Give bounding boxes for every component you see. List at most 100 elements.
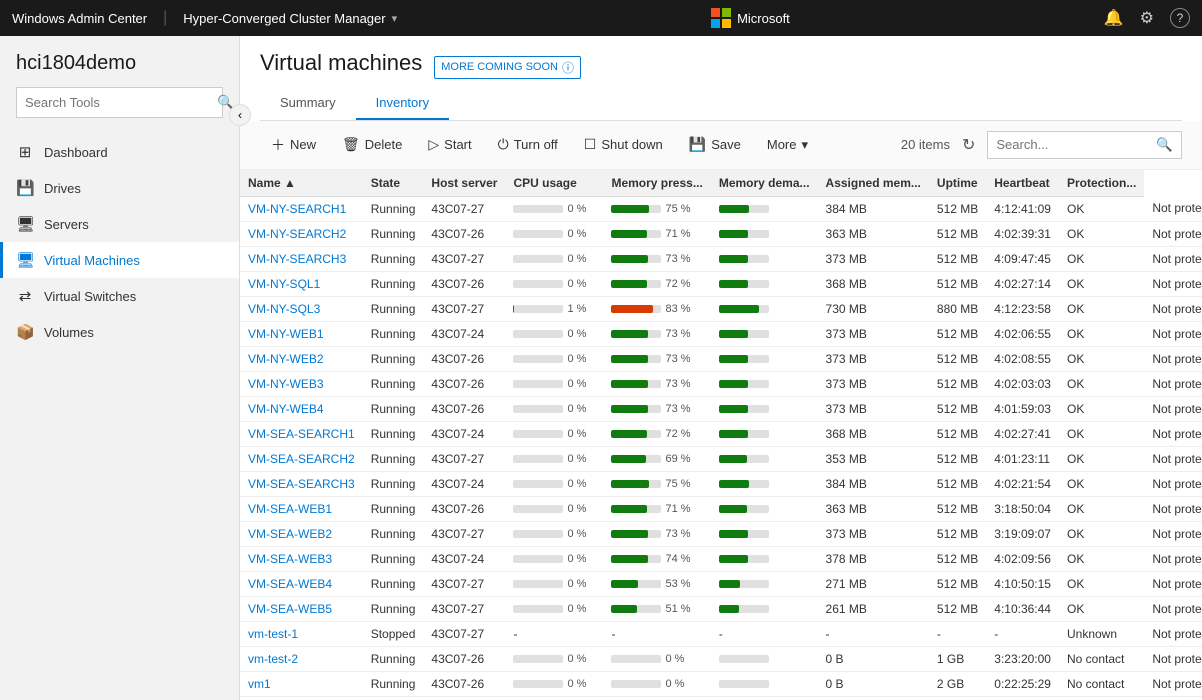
vm-link[interactable]: VM-SEA-WEB3 [248, 552, 332, 566]
vm-link[interactable]: VM-NY-SEARCH3 [248, 252, 346, 266]
bell-icon[interactable]: 🔔 [1104, 8, 1124, 28]
vm-link[interactable]: VM-SEA-SEARCH2 [248, 452, 355, 466]
vm-mem-pressure: 53 % [603, 571, 710, 596]
gear-icon[interactable]: ⚙ [1140, 8, 1154, 28]
vm-memory-dem: 373 MB [818, 371, 929, 396]
vm-state: Running [363, 371, 424, 396]
vm-memory-dem: 730 MB [818, 296, 929, 321]
vm-link[interactable]: vm1 [248, 677, 271, 691]
switches-icon: ⇄ [16, 287, 34, 305]
tab-summary[interactable]: Summary [260, 87, 356, 120]
vm-protection: Not protected [1144, 446, 1202, 471]
start-icon: ▷ [428, 136, 439, 153]
vm-host: 43C07-27 [423, 621, 505, 646]
vm-mem-demand [711, 321, 818, 346]
vm-memory-dem: 368 MB [818, 421, 929, 446]
vm-link[interactable]: VM-NY-WEB3 [248, 377, 324, 391]
vm-link[interactable]: VM-SEA-WEB2 [248, 527, 332, 541]
vm-memory-dem: 373 MB [818, 521, 929, 546]
vm-link[interactable]: VM-SEA-SEARCH3 [248, 477, 355, 491]
vm-mem-pressure: 71 % [603, 221, 710, 246]
col-protection[interactable]: Protection... [1059, 170, 1144, 197]
start-button[interactable]: ▷ Start [417, 130, 482, 159]
col-assigned-mem[interactable]: Assigned mem... [818, 170, 929, 197]
vm-host: 43C07-27 [423, 296, 505, 321]
vm-mem-demand: - [711, 621, 818, 646]
vm-state: Running [363, 521, 424, 546]
vm-cpu: 0 % [505, 321, 603, 346]
new-button[interactable]: ＋ New [260, 129, 327, 161]
main-content: Virtual machines MORE COMING SOON ⓘ Summ… [240, 36, 1202, 700]
microsoft-label: Microsoft [737, 11, 790, 26]
col-host[interactable]: Host server [423, 170, 505, 197]
delete-button[interactable]: 🗑 Delete [331, 130, 413, 159]
vm-heartbeat: OK [1059, 246, 1144, 271]
vm-heartbeat: OK [1059, 546, 1144, 571]
col-name[interactable]: Name ▲ [240, 170, 363, 197]
sidebar-item-virtual-switches[interactable]: ⇄ Virtual Switches [0, 278, 239, 314]
sidebar-item-dashboard[interactable]: ⊞ Dashboard [0, 134, 239, 170]
vm-state: Running [363, 196, 424, 221]
vm-link[interactable]: VM-SEA-WEB4 [248, 577, 332, 591]
refresh-button[interactable]: ↻ [958, 131, 979, 159]
col-mem-press[interactable]: Memory press... [603, 170, 710, 197]
vm-mem-pressure: 71 % [603, 496, 710, 521]
sidebar-item-volumes[interactable]: 📦 Volumes [0, 314, 239, 350]
vm-link[interactable]: vm-test-2 [248, 652, 298, 666]
vm-heartbeat: No contact [1059, 646, 1144, 671]
collapse-sidebar-button[interactable]: ‹ [229, 104, 251, 126]
vm-cpu: 0 % [505, 221, 603, 246]
vm-protection: Not protected [1144, 396, 1202, 421]
topbar-right: 🔔 ⚙ ? [1104, 8, 1190, 28]
vm-host: 43C07-27 [423, 571, 505, 596]
col-cpu[interactable]: CPU usage [505, 170, 603, 197]
search-button[interactable]: 🔍 [1148, 132, 1181, 158]
turnoff-button[interactable]: ⏻ Turn off [487, 130, 569, 159]
save-button[interactable]: 💾 Save [678, 130, 752, 159]
vm-link[interactable]: VM-SEA-SEARCH1 [248, 427, 355, 441]
vm-assigned-mem: 2 GB [929, 671, 986, 696]
vm-host: 43C07-26 [423, 271, 505, 296]
col-mem-dem[interactable]: Memory dema... [711, 170, 818, 197]
app-title[interactable]: Hyper-Converged Cluster Manager ▾ [183, 11, 397, 26]
vm-link[interactable]: VM-SEA-WEB1 [248, 502, 332, 516]
vm-link[interactable]: VM-NY-SQL1 [248, 277, 320, 291]
sidebar-item-virtual-machines[interactable]: 🖥 Virtual Machines [0, 242, 239, 278]
sidebar-item-servers[interactable]: 🖥 Servers [0, 206, 239, 242]
vm-link[interactable]: VM-NY-SEARCH2 [248, 227, 346, 241]
sidebar-item-drives[interactable]: 💾 Drives [0, 170, 239, 206]
sidebar-item-label: Drives [44, 181, 81, 196]
search-input[interactable] [988, 132, 1148, 157]
help-icon[interactable]: ? [1170, 8, 1190, 28]
tab-inventory[interactable]: Inventory [356, 87, 449, 120]
vm-uptime: 4:02:39:31 [986, 221, 1059, 246]
search-tools-input[interactable] [17, 89, 209, 116]
table-row: VM-NY-SQL3Running43C07-27 1 % 83 % 730 M… [240, 296, 1202, 321]
vm-mem-demand [711, 346, 818, 371]
vm-protection: Not protected [1144, 246, 1202, 271]
table-row: VM-SEA-WEB5Running43C07-27 0 % 51 % 261 … [240, 596, 1202, 621]
vm-host: 43C07-24 [423, 421, 505, 446]
vm-link[interactable]: vm-test-1 [248, 627, 298, 641]
vm-mem-demand [711, 521, 818, 546]
vm-assigned-mem: 512 MB [929, 596, 986, 621]
vm-assigned-mem: 512 MB [929, 471, 986, 496]
col-heartbeat[interactable]: Heartbeat [986, 170, 1059, 197]
vm-mem-pressure: 69 % [603, 446, 710, 471]
vm-uptime: 3:23:20:00 [986, 646, 1059, 671]
sidebar-item-label: Virtual Machines [44, 253, 140, 268]
vm-link[interactable]: VM-NY-WEB4 [248, 402, 324, 416]
vm-link[interactable]: VM-NY-WEB1 [248, 327, 324, 341]
vm-assigned-mem: 512 MB [929, 421, 986, 446]
vm-mem-pressure: 72 % [603, 421, 710, 446]
vm-link[interactable]: VM-NY-WEB2 [248, 352, 324, 366]
vm-link[interactable]: VM-NY-SEARCH1 [248, 202, 346, 216]
vm-link[interactable]: VM-NY-SQL3 [248, 302, 320, 316]
col-uptime[interactable]: Uptime [929, 170, 986, 197]
vm-uptime: 4:02:09:56 [986, 546, 1059, 571]
more-button[interactable]: More ▾ [756, 131, 819, 159]
vm-link[interactable]: VM-SEA-WEB5 [248, 602, 332, 616]
shutdown-button[interactable]: ☐ Shut down [573, 130, 674, 159]
vm-heartbeat: OK [1059, 396, 1144, 421]
col-state[interactable]: State [363, 170, 424, 197]
